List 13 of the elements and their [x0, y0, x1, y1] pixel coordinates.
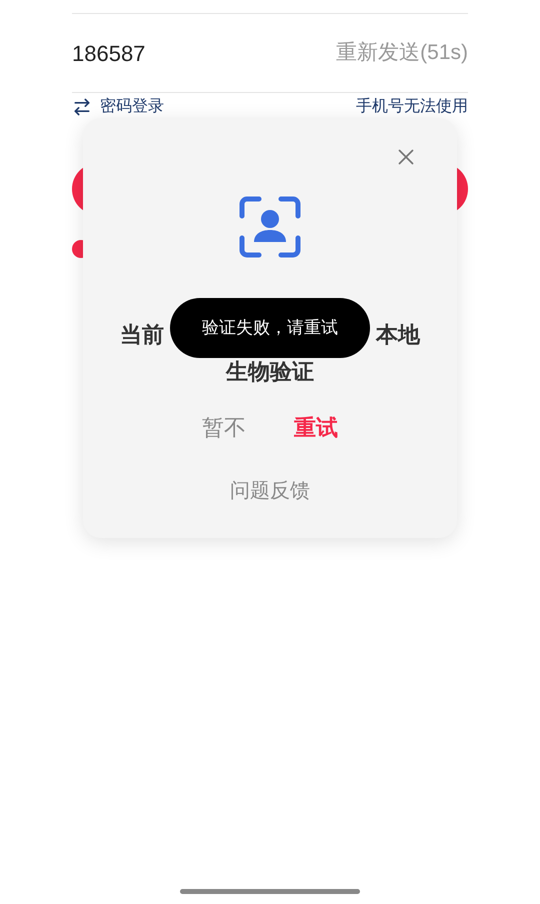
retry-button[interactable]: 重试: [294, 411, 338, 444]
resend-button[interactable]: 重新发送(51s): [336, 37, 468, 69]
code-field[interactable]: 186587: [72, 36, 272, 70]
dialog-title: 当前: [120, 321, 164, 349]
dialog-title: 本地: [376, 321, 420, 349]
face-scan-icon: [239, 196, 301, 258]
password-login-link[interactable]: 密码登录: [100, 98, 164, 116]
error-toast: 验证失败，请重试: [170, 298, 370, 358]
phone-unavailable-link[interactable]: 手机号无法使用: [356, 98, 468, 116]
feedback-link[interactable]: 问题反馈: [230, 476, 310, 506]
cancel-button[interactable]: 暂不: [202, 411, 246, 444]
dialog-title: 生物验证: [226, 358, 314, 386]
switch-icon: [72, 97, 92, 117]
